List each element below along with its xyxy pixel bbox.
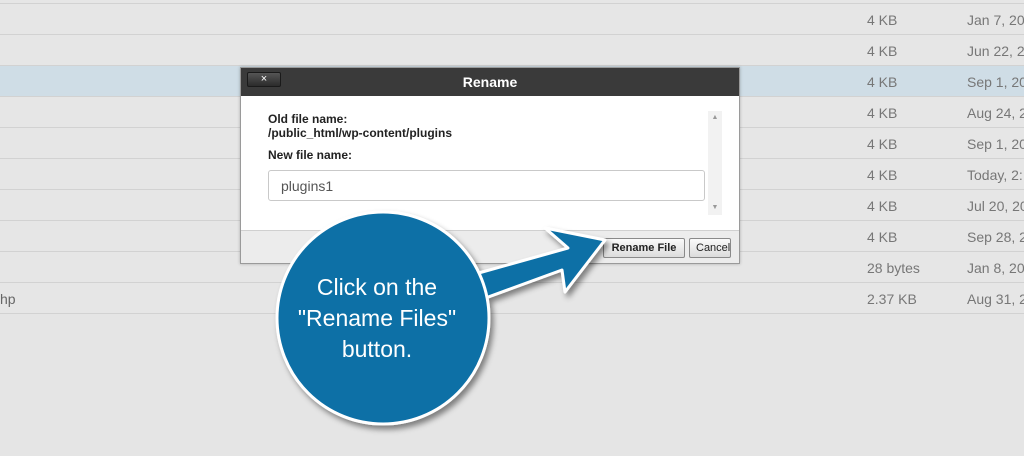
- callout-line-1: Click on the: [316, 274, 438, 300]
- callout-line-2: "Rename Files": [297, 305, 457, 331]
- callout-line-3: button.: [341, 336, 413, 362]
- callout-arrow: [466, 226, 607, 302]
- callout-text: Click on the "Rename Files" button.: [282, 272, 472, 365]
- callout-graphic: [275, 210, 607, 426]
